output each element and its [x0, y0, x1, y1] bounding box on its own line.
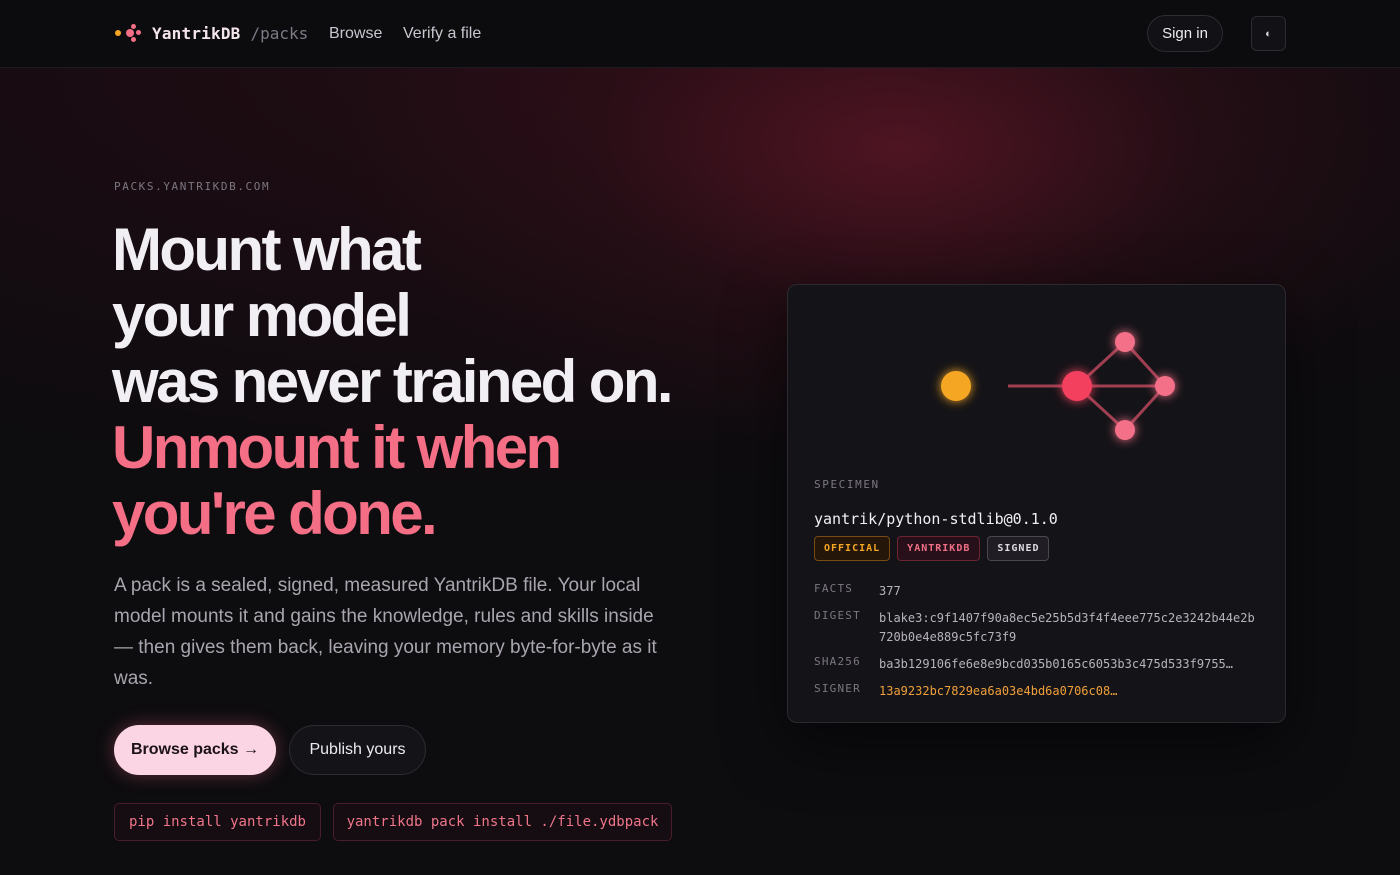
graph-node-orange	[941, 371, 971, 401]
specimen-label: SPECIMEN	[814, 478, 880, 491]
specimen-badges: OFFICIAL YANTRIKDB SIGNED	[814, 536, 1050, 561]
theme-toggle-icon: ◐	[1265, 27, 1272, 40]
badge-signed: SIGNED	[987, 536, 1050, 561]
headline-accent-line: you're done.	[112, 480, 438, 547]
field-value: 377	[879, 584, 901, 598]
headline-accent-line: Unmount it when	[112, 414, 562, 481]
badge-official: OFFICIAL	[814, 536, 891, 561]
headline-line: was never trained on.	[112, 348, 674, 415]
hero-eyebrow: PACKS.YANTRIKDB.COM	[114, 180, 271, 193]
brand-logo[interactable]: YantrikDB /packs	[114, 22, 308, 44]
graph-node-hub	[1062, 371, 1092, 401]
specimen-card: SPECIMEN yantrik/python-stdlib@0.1.0 OFF…	[787, 284, 1286, 723]
brand-name: YantrikDB	[152, 23, 241, 43]
field-value-continued: 720b0e4e889c5fc73f9	[879, 630, 1017, 644]
graph-node	[1155, 376, 1175, 396]
publish-yours-button[interactable]: Publish yours	[289, 725, 426, 775]
field-value: ba3b129106fe6e8e9bcd035b0165c6053b3c475d…	[879, 657, 1234, 671]
field-key: FACTS	[814, 582, 854, 595]
pip-install-command[interactable]: pip install yantrikdb	[114, 803, 321, 841]
badge-yantrikdb: YANTRIKDB	[897, 536, 981, 561]
field-key: SIGNER	[814, 682, 861, 695]
graph-node	[1115, 332, 1135, 352]
field-key: DIGEST	[814, 609, 861, 622]
graph-node	[1115, 420, 1135, 440]
hero-headline: Mount what your model was never trained …	[112, 217, 732, 547]
headline-line: your model	[112, 282, 412, 349]
theme-toggle-button[interactable]: ◐	[1251, 16, 1286, 51]
headline-line: Mount what	[112, 216, 422, 283]
browse-packs-button[interactable]: Browse packs →	[114, 725, 276, 775]
field-value: blake3:c9f1407f90a8ec5e25b5d3f4f4eee775c…	[879, 611, 1255, 625]
field-key: SHA256	[814, 655, 861, 668]
specimen-pack-name[interactable]: yantrik/python-stdlib@0.1.0	[814, 510, 1058, 528]
brand-subpath: /packs	[250, 23, 309, 43]
nav-link-verify-file[interactable]: Verify a file	[403, 25, 481, 43]
top-nav: YantrikDB /packs Browse Verify a file Si…	[0, 0, 1400, 68]
pack-install-command[interactable]: yantrikdb pack install ./file.ydbpack	[333, 803, 672, 841]
signer-link[interactable]: 13a9232bc7829ea6a03e4bd6a0706c08…	[879, 682, 1117, 701]
nav-link-browse[interactable]: Browse	[329, 25, 382, 43]
pack-graph-illustration	[941, 332, 1175, 440]
hero-description: A pack is a sealed, signed, measured Yan…	[114, 575, 657, 689]
brand-mark-icon	[114, 22, 144, 44]
sign-in-button[interactable]: Sign in	[1147, 15, 1223, 52]
